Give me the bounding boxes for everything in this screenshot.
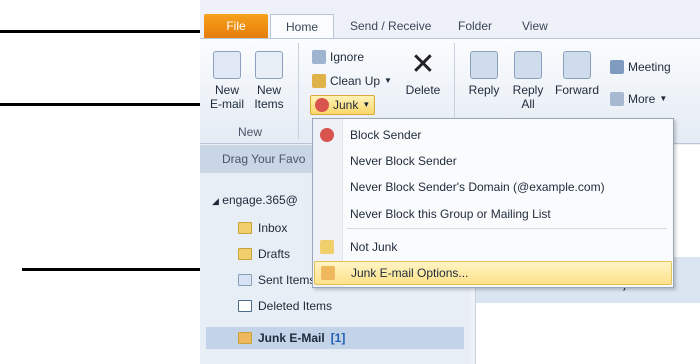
menu-item-label: Block Sender — [350, 128, 422, 142]
ribbon-separator — [298, 43, 299, 139]
reply-label: Reply — [468, 83, 500, 97]
folder-label: Sent Items — [258, 273, 316, 287]
clean-up-button[interactable]: Clean Up ▼ — [312, 71, 392, 91]
sent-folder-icon — [238, 274, 252, 286]
menu-item-label: Not Junk — [350, 240, 398, 254]
ignore-icon — [312, 50, 326, 64]
menu-item-label: Never Block this Group or Mailing List — [350, 207, 551, 221]
reply-all-label-1: Reply — [512, 83, 544, 97]
chevron-down-icon: ▼ — [362, 100, 371, 109]
more-button[interactable]: More ▼ — [610, 89, 667, 109]
folder-junk-email[interactable]: Junk E-Mail [1] — [206, 327, 464, 349]
delete-icon: ✕ — [410, 48, 436, 81]
tab-home[interactable]: Home — [270, 14, 334, 39]
drafts-folder-icon — [238, 248, 252, 260]
tab-folder[interactable]: Folder — [448, 14, 502, 38]
more-icon — [610, 92, 624, 106]
group-label-new: New — [237, 125, 262, 139]
menu-item-never-block-domain[interactable]: Never Block Sender's Domain (@example.co… — [314, 175, 672, 199]
menu-item-never-block-group[interactable]: Never Block this Group or Mailing List — [314, 202, 672, 226]
junk-folder-icon — [238, 332, 252, 344]
account-label: engage.365@ — [222, 193, 298, 207]
folder-deleted-items[interactable]: Deleted Items — [238, 295, 332, 317]
junk-button[interactable]: Junk ▼ — [310, 95, 376, 115]
chevron-down-icon: ▼ — [659, 94, 668, 103]
folder-drafts[interactable]: Drafts — [238, 243, 290, 265]
new-email-icon — [213, 51, 241, 79]
folder-label: Inbox — [258, 221, 288, 235]
expand-triangle-icon[interactable]: ◢ — [212, 196, 219, 206]
tab-view[interactable]: View — [512, 14, 558, 38]
new-email-label-1: New — [214, 83, 239, 97]
new-items-icon — [255, 51, 283, 79]
menu-item-label: Never Block Sender's Domain (@example.co… — [350, 180, 605, 194]
forward-icon — [563, 51, 591, 79]
menu-separator — [347, 228, 667, 229]
menu-item-block-sender[interactable]: Block Sender — [314, 123, 672, 147]
reply-all-label-2: All — [521, 97, 535, 111]
folder-label: Junk E-Mail — [258, 331, 325, 345]
chevron-down-icon: ▼ — [384, 76, 392, 85]
ignore-label: Ignore — [330, 50, 365, 64]
clean-up-label: Clean Up — [330, 74, 381, 88]
clean-up-icon — [312, 74, 326, 88]
forward-button[interactable]: Forward — [552, 51, 602, 97]
junk-dropdown-menu: Block Sender Never Block Sender Never Bl… — [312, 118, 674, 288]
folder-label: Deleted Items — [258, 299, 333, 313]
reply-icon — [470, 51, 498, 79]
folder-label: Drafts — [258, 247, 291, 261]
reply-all-icon — [514, 51, 542, 79]
menu-item-junk-email-options[interactable]: Junk E-mail Options... — [314, 261, 672, 285]
junk-options-icon — [321, 266, 335, 280]
ribbon-tab-bar: File Home Send / Receive Folder View — [200, 14, 700, 39]
folder-sent-items[interactable]: Sent Items — [238, 269, 315, 291]
new-items-button[interactable]: New Items — [250, 51, 288, 111]
new-items-label-2: Items — [254, 97, 284, 111]
trash-icon — [238, 300, 252, 312]
inbox-folder-icon — [238, 222, 252, 234]
reply-button[interactable]: Reply — [464, 51, 504, 97]
menu-item-never-block-sender[interactable]: Never Block Sender — [314, 149, 672, 173]
delete-button[interactable]: ✕ Delete — [402, 48, 444, 98]
meeting-label: Meeting — [628, 60, 671, 74]
folder-inbox[interactable]: Inbox — [238, 217, 287, 239]
meeting-button[interactable]: Meeting — [610, 57, 671, 77]
unread-count: [1] — [330, 331, 346, 345]
menu-item-not-junk[interactable]: Not Junk — [314, 235, 672, 259]
new-items-label-1: New — [256, 83, 281, 97]
block-sender-icon — [320, 128, 334, 142]
junk-icon — [315, 98, 329, 112]
reply-all-button[interactable]: Reply All — [508, 51, 548, 111]
not-junk-icon — [320, 240, 334, 254]
menu-item-label: Never Block Sender — [350, 154, 457, 168]
tab-send-receive[interactable]: Send / Receive — [340, 14, 441, 38]
new-email-label-2: E-mail — [209, 97, 244, 111]
delete-label: Delete — [405, 83, 441, 97]
menu-item-label: Junk E-mail Options... — [351, 266, 469, 280]
ignore-button[interactable]: Ignore — [312, 47, 364, 67]
account-node[interactable]: ◢ engage.365@ — [212, 193, 298, 207]
tab-file[interactable]: File — [204, 14, 268, 38]
calendar-icon — [610, 60, 624, 74]
new-email-button[interactable]: New E-mail — [208, 51, 246, 111]
junk-label: Junk — [333, 98, 359, 112]
forward-label: Forward — [554, 83, 599, 97]
more-label: More — [628, 92, 656, 106]
